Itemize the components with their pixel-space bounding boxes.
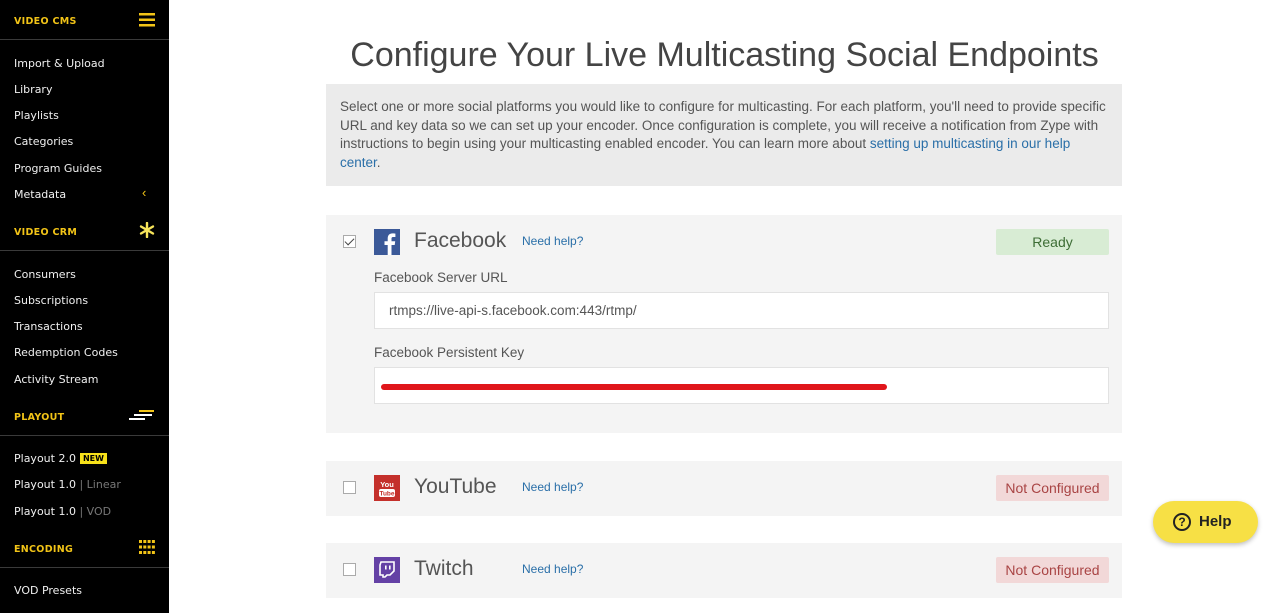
need-help-link[interactable]: Need help? — [522, 234, 583, 248]
sidebar-item-playlists[interactable]: Playlists — [14, 109, 59, 122]
facebook-checkbox[interactable] — [343, 235, 356, 248]
section-title: VIDEO CMS — [14, 16, 77, 27]
sidebar-item-playout-1-vod[interactable]: Playout 1.0 | VOD — [14, 505, 111, 518]
asterisk-icon — [139, 222, 155, 238]
youtube-checkbox[interactable] — [343, 481, 356, 494]
platform-name: Facebook — [414, 229, 507, 252]
help-button-label: Help — [1199, 513, 1232, 530]
sidebar-item-vod-presets[interactable]: VOD Presets — [14, 584, 82, 597]
section-header-playout: PLAYOUT — [0, 396, 169, 436]
platform-card-youtube: You Tube YouTube Need help? Not Configur… — [326, 461, 1122, 516]
sidebar-item-categories[interactable]: Categories — [14, 135, 73, 148]
sidebar-item-playout-2[interactable]: Playout 2.0 NEW — [14, 452, 107, 465]
redaction-mark — [381, 384, 887, 390]
sidebar-item-redemption-codes[interactable]: Redemption Codes — [14, 346, 118, 359]
sidebar-item-consumers[interactable]: Consumers — [14, 268, 76, 281]
twitch-icon — [374, 557, 400, 583]
svg-text:You: You — [380, 480, 394, 489]
platform-name: YouTube — [414, 475, 497, 498]
sidebar: VIDEO CMS Import & Upload Library Playli… — [0, 0, 169, 613]
question-circle-icon: ? — [1173, 513, 1191, 531]
sidebar-item-program-guides[interactable]: Program Guides — [14, 162, 102, 175]
sidebar-item-suffix: Linear — [86, 478, 121, 491]
persistent-key-input[interactable] — [374, 367, 1109, 404]
new-badge: NEW — [79, 453, 107, 464]
section-title: VIDEO CRM — [14, 227, 78, 238]
sidebar-item-label: Playout 1.0 — [14, 478, 76, 491]
sidebar-item-label: Playout 1.0 — [14, 505, 76, 518]
sidebar-item-metadata[interactable]: Metadata — [14, 188, 66, 201]
sidebar-item-import-upload[interactable]: Import & Upload — [14, 57, 105, 70]
grid-dots-icon — [139, 540, 155, 554]
playout-lines-icon — [129, 410, 154, 420]
platform-name: Twitch — [414, 557, 474, 580]
sidebar-item-playout-1-linear[interactable]: Playout 1.0 | Linear — [14, 478, 121, 491]
intro-punct: . — [376, 154, 381, 170]
section-header-video-crm: VIDEO CRM — [0, 211, 169, 251]
help-button[interactable]: ? Help — [1153, 501, 1258, 543]
facebook-icon — [374, 229, 400, 255]
section-header-encoding: ENCODING — [0, 528, 169, 568]
section-header-video-cms: VIDEO CMS — [0, 0, 169, 40]
platform-card-twitch: Twitch Need help? Not Configured — [326, 543, 1122, 598]
sidebar-item-library[interactable]: Library — [14, 83, 52, 96]
sidebar-item-transactions[interactable]: Transactions — [14, 320, 83, 333]
sidebar-item-label: Playout 2.0 — [14, 452, 76, 465]
page-title: Configure Your Live Multicasting Social … — [350, 36, 1099, 74]
server-url-label: Facebook Server URL — [374, 270, 508, 285]
twitch-checkbox[interactable] — [343, 563, 356, 576]
status-badge: Not Configured — [996, 475, 1109, 501]
status-badge: Ready — [996, 229, 1109, 255]
section-title: PLAYOUT — [14, 412, 65, 423]
sidebar-item-subscriptions[interactable]: Subscriptions — [14, 294, 88, 307]
server-url-input[interactable]: rtmps://live-api-s.facebook.com:443/rtmp… — [374, 292, 1109, 329]
chevron-left-icon[interactable]: ‹ — [142, 185, 146, 200]
need-help-link[interactable]: Need help? — [522, 562, 583, 576]
hamburger-menu-icon[interactable] — [139, 12, 155, 28]
need-help-link[interactable]: Need help? — [522, 480, 583, 494]
svg-text:Tube: Tube — [379, 491, 394, 498]
sidebar-item-suffix: VOD — [86, 505, 112, 518]
section-title: ENCODING — [14, 544, 74, 555]
youtube-icon: You Tube — [374, 475, 400, 501]
sidebar-item-activity-stream[interactable]: Activity Stream — [14, 373, 98, 386]
status-badge: Not Configured — [996, 557, 1109, 583]
platform-card-facebook: Facebook Need help? Ready Facebook Serve… — [326, 215, 1122, 433]
main-content: Configure Your Live Multicasting Social … — [169, 0, 1280, 613]
intro-panel: Select one or more social platforms you … — [326, 84, 1122, 186]
persistent-key-label: Facebook Persistent Key — [374, 345, 525, 360]
